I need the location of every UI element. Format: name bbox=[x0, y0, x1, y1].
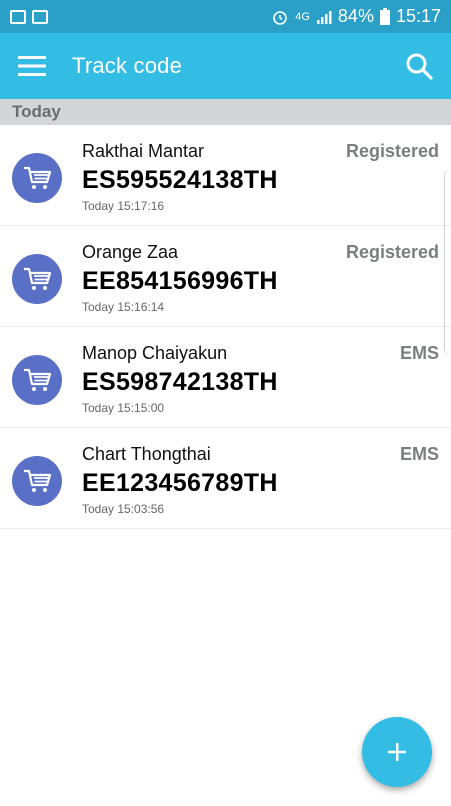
battery-percent: 84% bbox=[337, 6, 374, 26]
add-button[interactable] bbox=[362, 717, 432, 787]
cart-icon bbox=[12, 456, 62, 506]
page-title: Track code bbox=[72, 53, 183, 78]
item-timestamp: Today 15:17:16 bbox=[82, 199, 165, 213]
list-item[interactable]: Orange Zaa EE854156996TH Today 15:16:14 … bbox=[0, 226, 451, 327]
search-icon[interactable] bbox=[405, 52, 433, 80]
item-type: EMS bbox=[399, 343, 439, 363]
item-type: EMS bbox=[399, 444, 439, 464]
app-bar: Track code bbox=[0, 33, 451, 99]
image-icon bbox=[10, 9, 26, 24]
item-type: Registered bbox=[345, 242, 439, 262]
item-name: Chart Thongthai bbox=[82, 444, 211, 464]
plus-icon bbox=[388, 743, 406, 761]
item-timestamp: Today 15:15:00 bbox=[82, 401, 165, 415]
list-item[interactable]: Manop Chaiyakun ES598742138TH Today 15:1… bbox=[0, 327, 451, 428]
item-tracking-code: EE123456789TH bbox=[82, 469, 278, 497]
status-bar: 4G 84% 15:17 bbox=[0, 0, 451, 33]
item-tracking-code: EE854156996TH bbox=[82, 267, 278, 295]
cart-icon bbox=[12, 153, 62, 203]
cart-icon bbox=[12, 254, 62, 304]
mail-icon bbox=[32, 9, 48, 24]
item-name: Manop Chaiyakun bbox=[82, 343, 228, 363]
clock: 15:17 bbox=[395, 6, 441, 26]
edge-panel-handle[interactable] bbox=[444, 170, 451, 355]
list-item[interactable]: Chart Thongthai EE123456789TH Today 15:0… bbox=[0, 428, 451, 529]
item-tracking-code: ES598742138TH bbox=[82, 368, 278, 396]
item-timestamp: Today 15:03:56 bbox=[82, 502, 165, 516]
track-code-list: Rakthai Mantar ES595524138TH Today 15:17… bbox=[0, 125, 451, 529]
item-name: Orange Zaa bbox=[82, 242, 179, 262]
item-timestamp: Today 15:16:14 bbox=[82, 300, 165, 314]
cart-icon bbox=[12, 355, 62, 405]
battery-icon bbox=[379, 8, 390, 25]
signal-icon bbox=[316, 10, 332, 24]
network-type: 4G bbox=[295, 10, 310, 23]
menu-icon[interactable] bbox=[18, 55, 46, 77]
section-header-today: Today bbox=[0, 99, 451, 125]
item-tracking-code: ES595524138TH bbox=[82, 166, 278, 194]
status-right: 4G 84% 15:17 bbox=[271, 6, 441, 27]
item-name: Rakthai Mantar bbox=[82, 141, 205, 161]
item-type: Registered bbox=[345, 141, 439, 161]
list-item[interactable]: Rakthai Mantar ES595524138TH Today 15:17… bbox=[0, 125, 451, 226]
status-left-icons bbox=[10, 9, 48, 24]
alarm-icon bbox=[273, 10, 288, 25]
